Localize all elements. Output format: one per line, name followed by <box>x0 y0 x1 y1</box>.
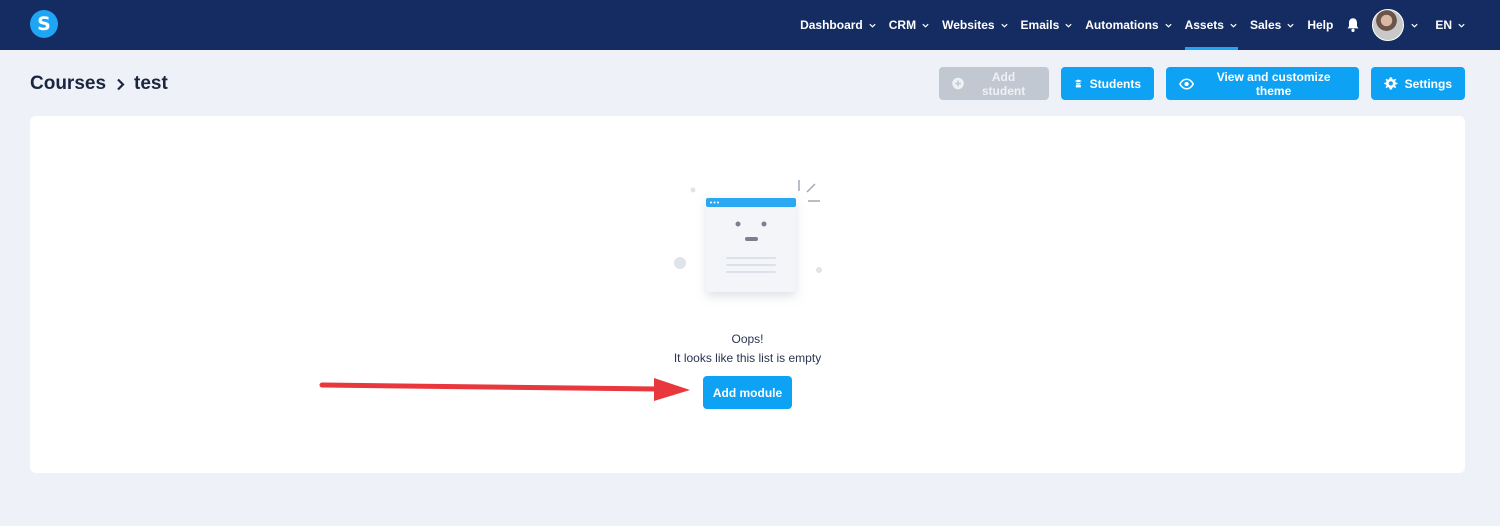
nav-item-automations[interactable]: Automations <box>1085 0 1172 50</box>
user-menu[interactable] <box>1372 0 1419 50</box>
graduation-cap-icon <box>1074 79 1082 88</box>
theme-label: View and customize theme <box>1216 69 1331 98</box>
avatar[interactable] <box>1372 9 1405 41</box>
chevron-down-icon <box>1458 23 1465 28</box>
chevron-down-icon <box>1287 23 1294 28</box>
nav-item-assets[interactable]: Assets <box>1184 0 1239 50</box>
language-selector[interactable]: EN <box>1435 0 1466 50</box>
nav-item-label: Dashboard <box>800 18 863 32</box>
chevron-down-icon <box>1164 23 1172 28</box>
nav-item-label: Automations <box>1085 18 1159 32</box>
nav-item-label: Assets <box>1184 18 1224 32</box>
plus-circle-icon <box>952 77 964 90</box>
modules-list-card: Oops! It looks like this list is empty A… <box>30 116 1465 473</box>
header-actions: Add student Students View and customize … <box>927 67 1465 100</box>
nav-item-label: Sales <box>1249 18 1282 32</box>
s-logo-icon[interactable]: S <box>30 10 58 38</box>
breadcrumb-current: test <box>134 73 168 94</box>
chevron-down-icon <box>922 23 929 28</box>
add-student-button[interactable]: Add student <box>939 67 1049 100</box>
chevron-right-icon <box>116 78 125 91</box>
nav-item-label: Websites <box>942 18 995 32</box>
settings-button[interactable]: Settings <box>1371 67 1465 100</box>
nav-item-websites[interactable]: Websites <box>942 0 1008 50</box>
students-button[interactable]: Students <box>1061 67 1154 100</box>
students-label: Students <box>1089 76 1141 91</box>
empty-state-subtitle: It looks like this list is empty <box>673 351 822 365</box>
breadcrumb: Courses test <box>30 72 168 96</box>
nav-item-label: Emails <box>1020 18 1060 32</box>
nav-item-crm[interactable]: CRM <box>889 0 930 50</box>
nav-item-label: Help <box>1307 18 1334 32</box>
gear-icon <box>1384 77 1398 90</box>
main-navigation: Dashboard CRM Websites Emails Automation… <box>788 0 1466 50</box>
settings-label: Settings <box>1404 76 1452 91</box>
add-student-label: Add student <box>981 69 1026 98</box>
empty-state-title: Oops! <box>731 332 764 346</box>
chevron-down-icon <box>1000 23 1008 28</box>
nav-item-dashboard[interactable]: Dashboard <box>800 0 877 50</box>
chevron-down-icon <box>1411 23 1418 28</box>
language-label: EN <box>1435 18 1452 32</box>
notifications-button[interactable] <box>1346 0 1360 50</box>
empty-list-illustration <box>674 180 822 292</box>
nav-item-label: CRM <box>888 18 917 32</box>
add-module-button[interactable]: Add module <box>703 376 792 409</box>
chevron-down-icon <box>1230 23 1237 28</box>
annotation-arrow-icon <box>319 378 690 401</box>
top-navigation-bar: S Dashboard CRM Websites Emails Automati… <box>0 0 1500 50</box>
nav-item-sales[interactable]: Sales <box>1250 0 1295 50</box>
nav-item-emails[interactable]: Emails <box>1021 0 1074 50</box>
bell-icon <box>1347 18 1359 32</box>
view-customize-theme-button[interactable]: View and customize theme <box>1166 67 1359 100</box>
chevron-down-icon <box>869 23 876 28</box>
chevron-down-icon <box>1065 23 1072 28</box>
breadcrumb-root-link[interactable]: Courses <box>30 73 106 95</box>
eye-icon <box>1179 77 1195 90</box>
nav-item-help[interactable]: Help <box>1307 0 1333 50</box>
